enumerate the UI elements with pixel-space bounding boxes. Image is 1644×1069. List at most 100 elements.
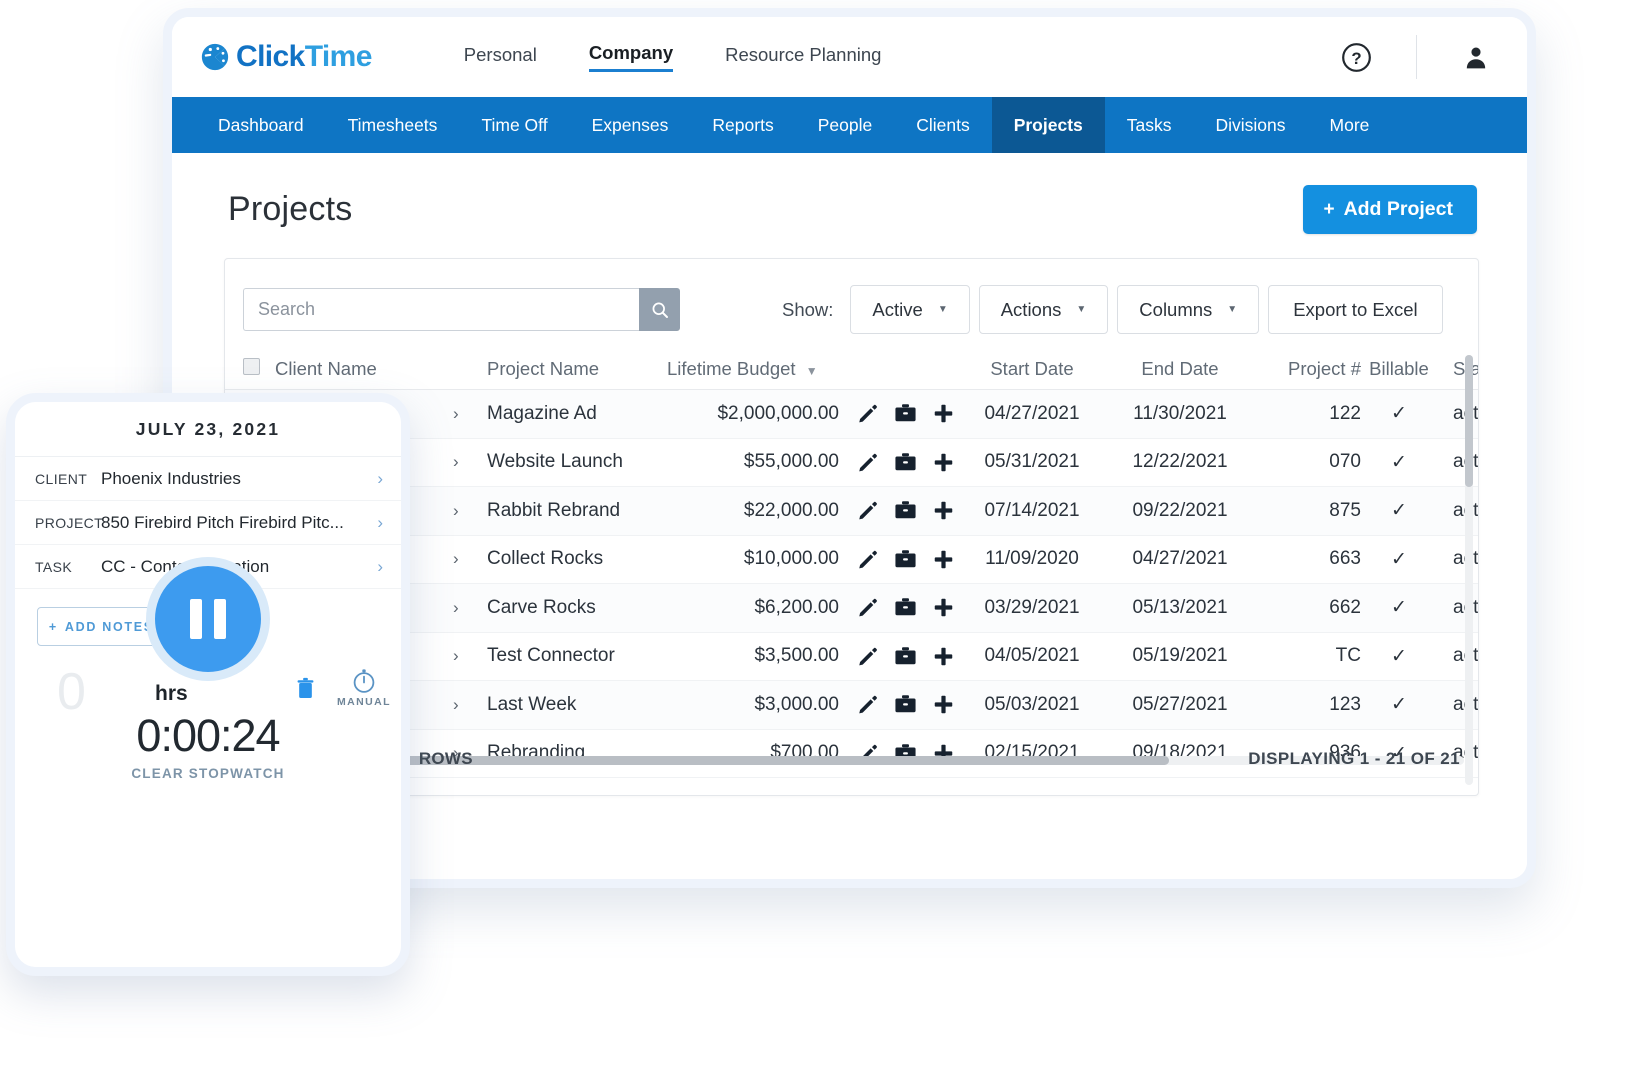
briefcase-icon[interactable] xyxy=(894,646,917,667)
phone-field-project[interactable]: PROJECT 850 Firebird Pitch Firebird Pitc… xyxy=(15,501,401,545)
table-row[interactable]: ›Website Launch$55,000.0005/31/202112/22… xyxy=(225,439,1478,488)
nav-item-expenses[interactable]: Expenses xyxy=(570,97,691,153)
column-header-lifetime-budget[interactable]: Lifetime Budget ▼ xyxy=(653,358,839,380)
row-project-name: Test Connector xyxy=(487,645,653,667)
search-button[interactable] xyxy=(639,288,680,331)
nav-item-people[interactable]: People xyxy=(796,97,895,153)
table-row[interactable]: ›Rabbit Rebrand$22,000.0007/14/202109/22… xyxy=(225,487,1478,536)
clear-stopwatch-button[interactable]: CLEAR STOPWATCH xyxy=(15,766,401,781)
column-header-client-name[interactable]: Client Name xyxy=(275,358,453,380)
table-vertical-scrollbar[interactable] xyxy=(1465,355,1473,785)
briefcase-icon[interactable] xyxy=(894,549,917,570)
top-nav-item-company[interactable]: Company xyxy=(589,42,673,72)
plus-icon[interactable] xyxy=(933,549,954,570)
nav-item-projects[interactable]: Projects xyxy=(992,97,1105,153)
row-expand-toggle[interactable]: › xyxy=(453,404,487,424)
show-label: Show: xyxy=(782,299,833,321)
nav-item-time-off[interactable]: Time Off xyxy=(459,97,569,153)
nav-item-divisions[interactable]: Divisions xyxy=(1194,97,1308,153)
manual-label: MANUAL xyxy=(337,696,391,708)
clicktime-logo[interactable]: ClickTime xyxy=(200,42,372,72)
filter-active-dropdown[interactable]: Active ▼ xyxy=(850,285,969,334)
row-start-date: 04/27/2021 xyxy=(957,403,1107,425)
top-nav-item-personal[interactable]: Personal xyxy=(464,44,537,71)
briefcase-icon[interactable] xyxy=(894,694,917,715)
plus-icon[interactable] xyxy=(933,452,954,473)
row-start-date: 05/03/2021 xyxy=(957,694,1107,716)
nav-item-tasks[interactable]: Tasks xyxy=(1105,97,1194,153)
vertical-scrollbar-thumb[interactable] xyxy=(1465,355,1473,487)
row-start-date: 05/31/2021 xyxy=(957,451,1107,473)
user-avatar-icon[interactable] xyxy=(1463,44,1489,71)
nav-item-dashboard[interactable]: Dashboard xyxy=(196,97,326,153)
help-question-circle-icon[interactable]: ? xyxy=(1341,42,1372,73)
nav-item-timesheets[interactable]: Timesheets xyxy=(326,97,460,153)
plus-icon[interactable] xyxy=(933,500,954,521)
briefcase-icon[interactable] xyxy=(894,597,917,618)
row-expand-toggle[interactable]: › xyxy=(453,646,487,666)
table-row[interactable]: ›Test Connector$3,500.0004/05/202105/19/… xyxy=(225,633,1478,682)
chevron-down-icon: ▼ xyxy=(1076,304,1086,315)
pause-icon xyxy=(214,599,226,639)
table-row[interactable]: ›Collect Rocks$10,000.0011/09/202004/27/… xyxy=(225,536,1478,585)
row-project-name: Magazine Ad xyxy=(487,403,653,425)
column-header-project-name[interactable]: Project Name xyxy=(487,358,653,380)
chevron-down-icon: ▼ xyxy=(1227,304,1237,315)
pause-stopwatch-button[interactable] xyxy=(146,557,270,681)
column-header-project-number[interactable]: Project # xyxy=(1253,358,1361,380)
columns-dropdown[interactable]: Columns ▼ xyxy=(1117,285,1259,334)
briefcase-icon[interactable] xyxy=(894,500,917,521)
plus-icon[interactable] xyxy=(933,597,954,618)
search-input[interactable] xyxy=(243,288,639,331)
add-project-button[interactable]: + Add Project xyxy=(1303,185,1477,234)
briefcase-icon[interactable] xyxy=(894,403,917,424)
nav-item-more[interactable]: More xyxy=(1308,97,1392,153)
plus-icon[interactable] xyxy=(933,646,954,667)
screenshot-stage: ClickTime Personal Company Resource Plan… xyxy=(0,0,1644,1069)
pencil-icon[interactable] xyxy=(857,646,878,667)
row-expand-toggle[interactable]: › xyxy=(453,452,487,472)
nav-item-reports[interactable]: Reports xyxy=(690,97,795,153)
actions-dropdown[interactable]: Actions ▼ xyxy=(979,285,1109,334)
pencil-icon[interactable] xyxy=(857,694,878,715)
column-header-billable[interactable]: Billable xyxy=(1361,358,1437,380)
row-project-name: Website Launch xyxy=(487,451,653,473)
table-row[interactable]: ›Last Week$3,000.0005/03/202105/27/20211… xyxy=(225,681,1478,730)
column-header-end-date[interactable]: End Date xyxy=(1107,358,1253,380)
table-row[interactable]: ›Magazine Ad$2,000,000.0004/27/202111/30… xyxy=(225,390,1478,439)
pencil-icon[interactable] xyxy=(857,500,878,521)
column-header-start-date[interactable]: Start Date xyxy=(957,358,1107,380)
filter-active-label: Active xyxy=(872,299,922,321)
top-nav-item-resource-planning[interactable]: Resource Planning xyxy=(725,44,881,71)
row-billable-check: ✓ xyxy=(1361,499,1437,522)
briefcase-icon[interactable] xyxy=(894,452,917,473)
columns-label: Columns xyxy=(1139,299,1212,321)
hours-label: hrs xyxy=(155,682,188,706)
row-end-date: 05/27/2021 xyxy=(1107,694,1253,716)
row-expand-toggle[interactable]: › xyxy=(453,501,487,521)
row-expand-toggle[interactable]: › xyxy=(453,598,487,618)
chevron-right-icon: › xyxy=(377,513,383,533)
mobile-phone-frame: JULY 23, 2021 CLIENT Phoenix Industries … xyxy=(6,393,410,976)
actions-label: Actions xyxy=(1001,299,1062,321)
row-project-name: Rabbit Rebrand xyxy=(487,500,653,522)
plus-icon[interactable] xyxy=(933,403,954,424)
pencil-icon[interactable] xyxy=(857,549,878,570)
pencil-icon[interactable] xyxy=(857,597,878,618)
nav-item-clients[interactable]: Clients xyxy=(894,97,992,153)
row-expand-toggle[interactable]: › xyxy=(453,549,487,569)
export-to-excel-button[interactable]: Export to Excel xyxy=(1268,285,1442,334)
projects-panel: Show: Active ▼ Actions ▼ Columns ▼ Expor… xyxy=(224,258,1479,796)
row-expand-toggle[interactable]: › xyxy=(453,695,487,715)
table-row[interactable]: ›Carve Rocks$6,200.0003/29/202105/13/202… xyxy=(225,584,1478,633)
phone-field-client[interactable]: CLIENT Phoenix Industries › xyxy=(15,457,401,501)
row-lifetime-budget: $3,000.00 xyxy=(653,694,839,716)
select-all-checkbox[interactable] xyxy=(243,358,275,380)
trash-icon[interactable] xyxy=(296,677,315,705)
plus-icon[interactable] xyxy=(933,694,954,715)
pencil-icon[interactable] xyxy=(857,403,878,424)
search-box xyxy=(243,288,680,331)
main-nav-bar: Dashboard Timesheets Time Off Expenses R… xyxy=(172,97,1527,153)
projects-toolbar: Show: Active ▼ Actions ▼ Columns ▼ Expor… xyxy=(225,259,1478,348)
pencil-icon[interactable] xyxy=(857,452,878,473)
